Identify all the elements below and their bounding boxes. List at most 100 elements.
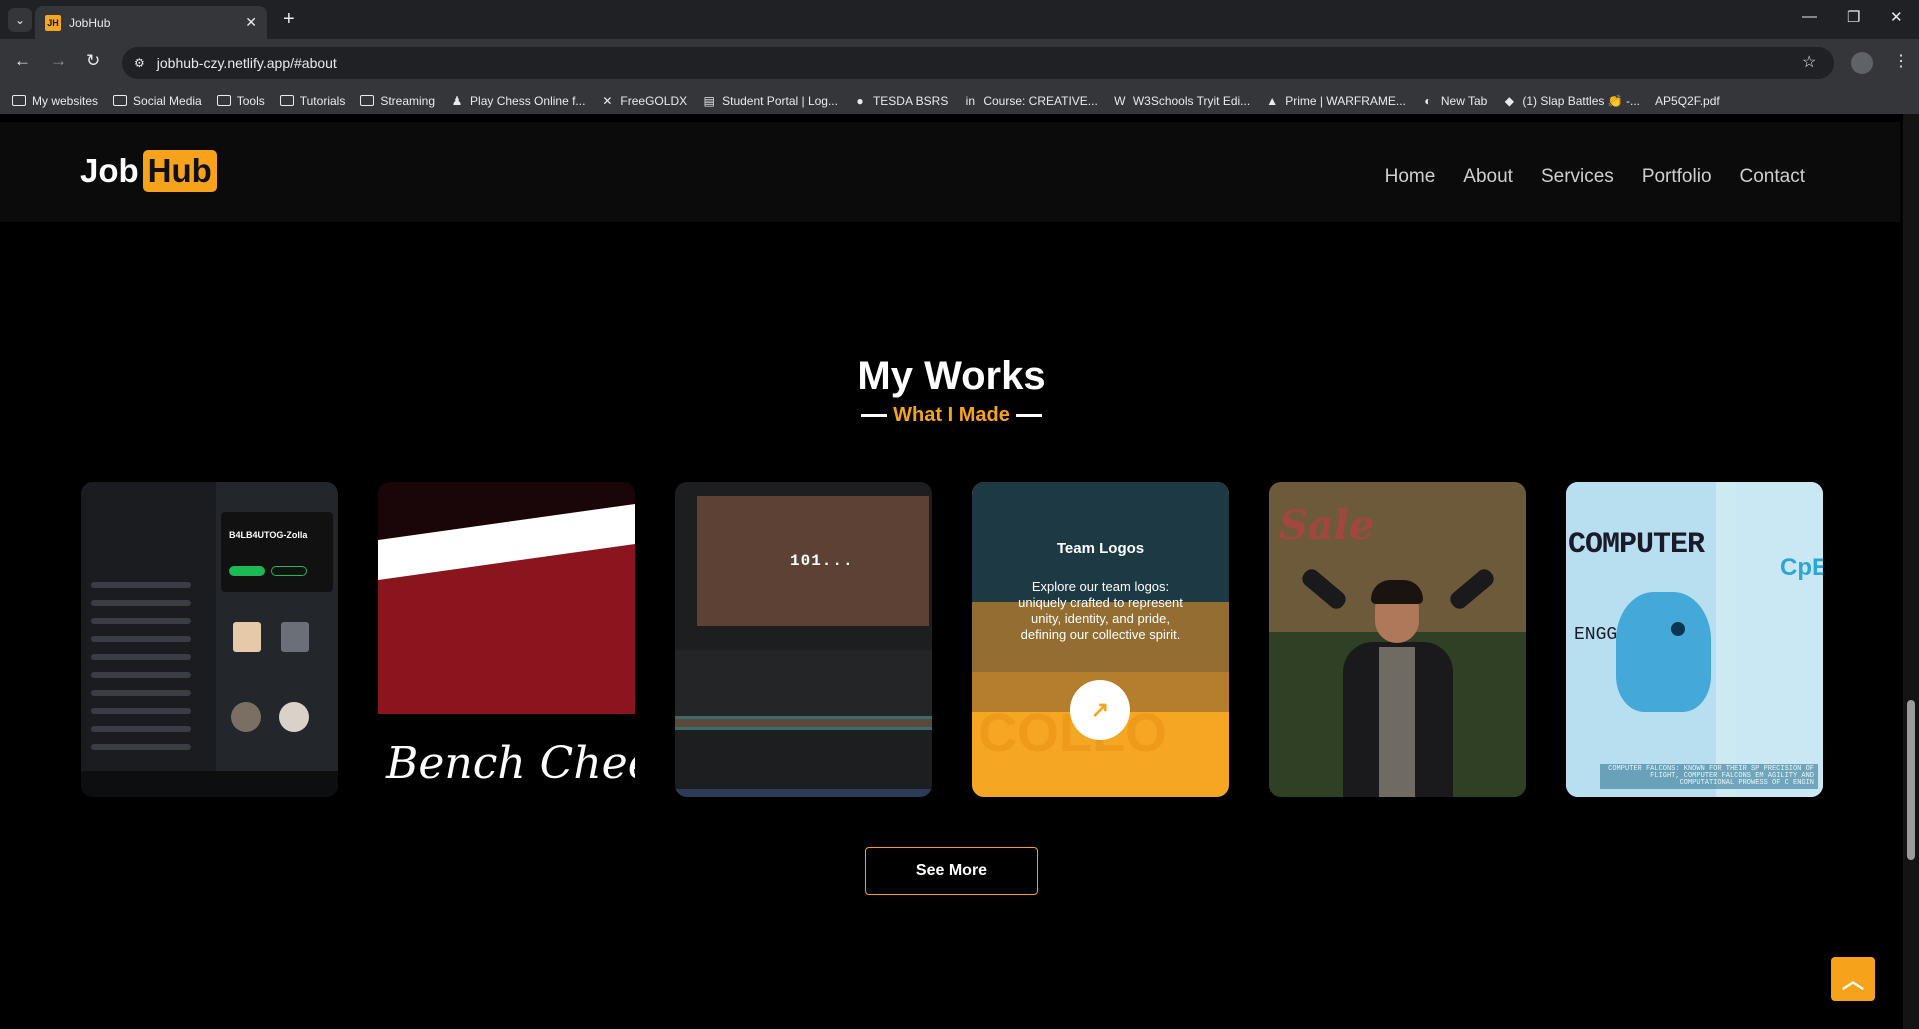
bench-cheering-caption: Bench Cheering	[386, 738, 635, 789]
bookmarks-bar: My websites Social Media Tools Tutorials Str…	[0, 87, 1919, 114]
bookmark-label: Tools	[236, 93, 265, 108]
portfolio-card-video-editor[interactable]: 101...	[675, 482, 932, 797]
portfolio-card-shirt-design[interactable]: COMPUTER CpE ENGG COMPUTER FALCONS: KNOW…	[1566, 482, 1823, 797]
bookmark-label: New Tab	[1440, 93, 1488, 108]
playlist-row	[91, 708, 191, 714]
playlist-row	[91, 636, 191, 642]
section-subtitle: What I Made	[0, 404, 1903, 427]
bookmark-item[interactable]: ✕ FreeGOLDX	[600, 94, 687, 108]
bookmark-item[interactable]: ◆ (1) Slap Battles 👏 -...	[1502, 94, 1640, 108]
shirt-print-word: COMPUTER	[1568, 528, 1705, 562]
bookmark-label: Tutorials	[299, 93, 346, 108]
editor-timeline	[675, 650, 932, 720]
tab-bar: ⌄ JH JobHub ✕ + — ❐ ✕	[0, 0, 1919, 39]
bookmark-item[interactable]: ● TESDA BSRS	[853, 94, 948, 108]
app-player-bar	[81, 771, 338, 797]
bookmark-item[interactable]: My websites	[12, 94, 98, 108]
url-text: jobhub-czy.netlify.app/#about	[156, 55, 337, 71]
app-follow-pill	[271, 566, 307, 576]
bookmark-item[interactable]: AP5Q2F.pdf	[1655, 94, 1720, 108]
browser-tab[interactable]: JH JobHub ✕	[35, 6, 267, 39]
prime-icon: ▲	[1266, 93, 1279, 108]
bookmark-label: AP5Q2F.pdf	[1655, 93, 1720, 108]
bookmark-label: TESDA BSRS	[872, 93, 949, 108]
back-icon[interactable]: ←	[14, 51, 31, 71]
eagle-eye	[1671, 622, 1685, 636]
bookmark-label: My websites	[32, 93, 99, 108]
browser-window: ⌄ JH JobHub ✕ + — ❐ ✕ ← → ↻ ⚙ jobhub-czy…	[0, 0, 1919, 1029]
external-link-icon[interactable]: ↗	[1070, 680, 1130, 740]
website-viewport: Job Hub Home About Services Portfolio Co…	[0, 114, 1919, 1029]
w3schools-icon: W	[1114, 93, 1126, 108]
browser-toolbar: ← → ↻ ⚙ jobhub-czy.netlify.app/#about ☆ …	[0, 39, 1919, 87]
playlist-row	[91, 672, 191, 678]
bookmark-item[interactable]: Streaming	[360, 94, 435, 108]
eagle-mascot-art	[1616, 592, 1711, 712]
artist-avatar	[279, 702, 309, 732]
reload-icon[interactable]: ↻	[86, 51, 100, 71]
tab-search-button[interactable]: ⌄	[8, 8, 32, 32]
bookmark-label: Course: CREATIVE...	[983, 93, 1098, 108]
app-play-pill	[229, 566, 265, 576]
playlist-row	[91, 726, 191, 732]
bookmark-item[interactable]: ♟ Play Chess Online f...	[450, 93, 586, 108]
album-thumb	[281, 622, 309, 652]
bookmark-item[interactable]: ◐ New Tab	[1421, 94, 1487, 108]
page-scrollbar-track[interactable]	[1903, 114, 1919, 1029]
bookmark-label: Social Media	[133, 93, 202, 108]
bookmark-item[interactable]: in Course: CREATIVE...	[963, 93, 1098, 108]
portfolio-grid: B4LB4UTOG-Zolla Bench Che 101... COLLO T…	[81, 482, 1823, 797]
main-nav: Home About Services Portfolio Contact	[1385, 166, 1805, 188]
minimize-icon[interactable]: —	[1802, 8, 1817, 25]
bookmark-item[interactable]: ▲ Prime | WARFRAME...	[1265, 94, 1406, 108]
tab-title: JobHub	[69, 15, 111, 30]
profile-avatar[interactable]	[1851, 52, 1873, 74]
folder-icon	[279, 95, 294, 106]
nav-about[interactable]: About	[1463, 166, 1513, 188]
portfolio-card-music-app[interactable]: B4LB4UTOG-Zolla	[81, 482, 338, 797]
person-hair	[1371, 580, 1423, 604]
bookmark-label: Play Chess Online f...	[470, 93, 586, 108]
chess-pawn-icon: ♟	[451, 93, 463, 108]
bookmark-label: (1) Slap Battles 👏 -...	[1522, 93, 1641, 108]
portfolio-card-bench-cheering[interactable]: Bench Cheering	[378, 482, 635, 797]
bookmark-item[interactable]: Tutorials	[279, 93, 346, 108]
forward-icon[interactable]: →	[50, 51, 67, 71]
globe-icon: ●	[856, 93, 864, 108]
restore-icon[interactable]: ❐	[1847, 8, 1860, 26]
playlist-row	[91, 582, 191, 588]
chevron-up-icon[interactable]: ︿	[1831, 957, 1875, 1001]
folder-icon	[12, 95, 26, 106]
page-icon: ▤	[703, 93, 715, 108]
nav-services[interactable]: Services	[1541, 166, 1614, 188]
playlist-row	[91, 618, 191, 624]
close-window-icon[interactable]: ✕	[1890, 8, 1903, 26]
bookmark-item[interactable]: Social Media	[113, 94, 202, 108]
bookmark-item[interactable]: Tools	[216, 93, 265, 108]
menu-icon[interactable]: ⋮	[1893, 51, 1909, 71]
address-bar[interactable]: ⚙ jobhub-czy.netlify.app/#about	[122, 47, 1834, 79]
x-logo-icon: ✕	[602, 93, 613, 108]
playlist-row	[91, 600, 191, 606]
see-more-button[interactable]: See More	[865, 847, 1038, 895]
portfolio-card-portrait[interactable]: Sale	[1269, 482, 1526, 797]
nav-contact[interactable]: Contact	[1740, 166, 1805, 188]
page-scrollbar-thumb[interactable]	[1907, 700, 1915, 860]
site-logo[interactable]: Job Hub	[80, 150, 217, 192]
folder-icon	[360, 95, 375, 106]
subtitle-text: What I Made	[893, 404, 1010, 426]
bookmark-item[interactable]: ▤ Student Portal | Log...	[702, 94, 838, 108]
site-info-icon[interactable]: ⚙	[134, 56, 145, 70]
bookmark-star-icon[interactable]: ☆	[1802, 52, 1816, 72]
portfolio-card-team-logos[interactable]: COLLO Team Logos Explore our team logos:…	[972, 482, 1229, 797]
subtitle-line-right	[1015, 414, 1042, 417]
nav-home[interactable]: Home	[1385, 166, 1436, 188]
taskbar-dock	[675, 789, 932, 797]
card-description: Explore our team logos: uniquely crafted…	[1018, 579, 1183, 642]
close-tab-icon[interactable]: ✕	[245, 14, 257, 31]
bookmark-item[interactable]: W W3Schools Tryit Edi...	[1113, 94, 1250, 108]
nav-portfolio[interactable]: Portfolio	[1642, 166, 1712, 188]
new-tab-button[interactable]: +	[283, 9, 295, 29]
app-hero-image	[221, 512, 333, 592]
person-shirt	[1379, 647, 1415, 797]
